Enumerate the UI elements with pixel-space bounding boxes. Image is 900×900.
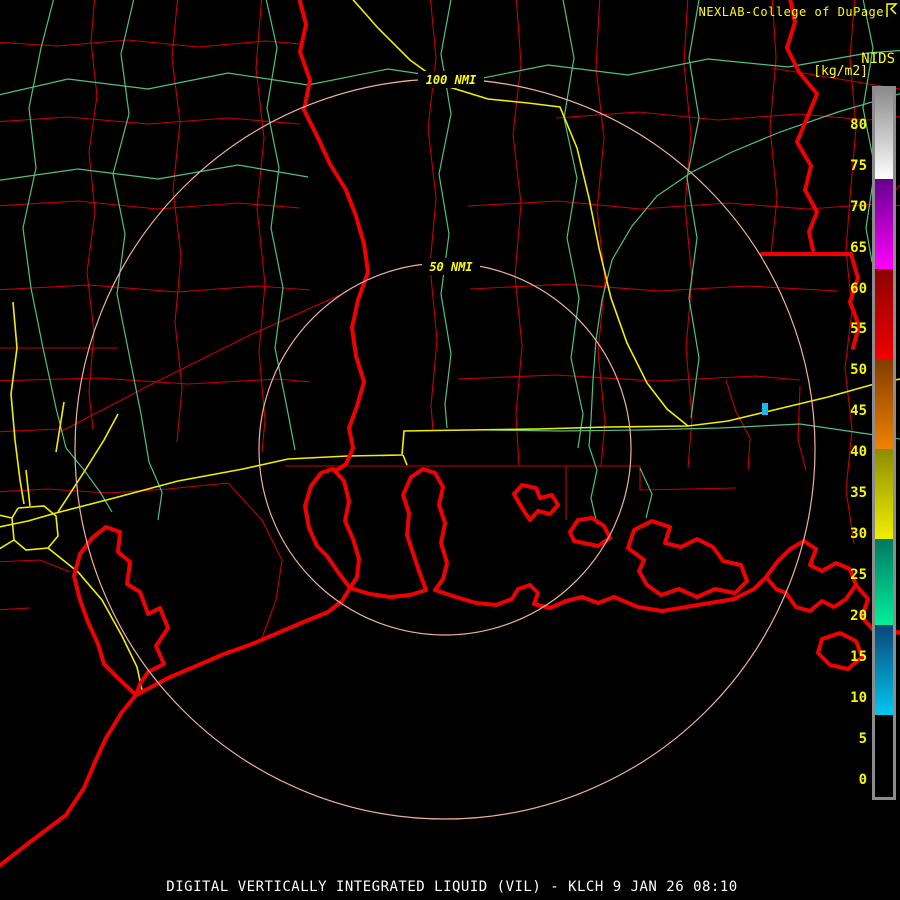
highway-beltway bbox=[11, 505, 59, 551]
county-line bbox=[0, 284, 311, 293]
river-line bbox=[489, 423, 900, 440]
river-line bbox=[438, 0, 452, 429]
cod-flag-icon bbox=[886, 3, 898, 17]
attribution-text: NEXLAB-College of DuPage bbox=[698, 5, 884, 19]
scale-tick-label: 55 bbox=[850, 321, 867, 338]
scale-tick-label: 0 bbox=[858, 771, 867, 788]
range-ring-labels: 100 NMI 50 NMI bbox=[418, 71, 484, 275]
county-line bbox=[255, 0, 266, 453]
highway-line bbox=[0, 539, 15, 550]
county-line bbox=[227, 482, 283, 639]
county-line bbox=[769, 0, 778, 255]
river-line bbox=[639, 467, 653, 519]
range-ring-100nmi bbox=[74, 78, 816, 820]
county-line bbox=[0, 39, 301, 48]
calcasieu-lake-outline bbox=[401, 467, 449, 592]
lake-outline bbox=[512, 483, 560, 522]
scale-tick-label: 15 bbox=[850, 648, 867, 665]
scale-tick-label: 10 bbox=[850, 689, 867, 706]
county-line bbox=[0, 482, 229, 494]
county-line bbox=[86, 0, 98, 431]
highway-i10 bbox=[0, 378, 900, 528]
scale-tick-label: 50 bbox=[850, 362, 867, 379]
water-features bbox=[0, 0, 900, 868]
river-line bbox=[148, 461, 163, 521]
scale-units-label: [kg/m2] bbox=[813, 64, 868, 79]
county-line bbox=[0, 607, 31, 611]
county-line bbox=[595, 0, 606, 467]
river-line bbox=[588, 445, 598, 525]
river-line bbox=[112, 0, 150, 463]
scale-segment-gray bbox=[875, 89, 893, 180]
ring-label-100nmi: 100 NMI bbox=[426, 73, 477, 87]
scale-tick-label: 20 bbox=[850, 607, 867, 624]
county-line bbox=[0, 428, 59, 433]
county-line bbox=[0, 559, 71, 573]
coastline bbox=[0, 693, 138, 868]
scale-tick-label: 5 bbox=[858, 730, 867, 747]
scale-segment-brown-orange bbox=[875, 359, 893, 450]
scale-segment-blue-cyan bbox=[875, 625, 893, 716]
scale-tick-label: 30 bbox=[850, 526, 867, 543]
county-line bbox=[457, 374, 801, 382]
county-line bbox=[59, 294, 341, 433]
county-line bbox=[0, 116, 301, 125]
scale-tick-label: 60 bbox=[850, 280, 867, 297]
radar-map: 100 NMI 50 NMI bbox=[0, 0, 900, 868]
county-line bbox=[725, 379, 751, 471]
scale-tick-label: 65 bbox=[850, 239, 867, 256]
sabine-river bbox=[297, 0, 370, 472]
mississippi-river bbox=[785, 0, 819, 252]
scale-tick-label: 80 bbox=[850, 116, 867, 133]
river-line bbox=[265, 0, 296, 451]
county-line bbox=[469, 283, 839, 292]
county-line bbox=[171, 0, 183, 443]
river-line bbox=[22, 0, 67, 449]
ring-label-50nmi: 50 NMI bbox=[429, 260, 473, 274]
colorbar bbox=[875, 89, 893, 797]
radar-echo bbox=[762, 403, 768, 415]
scale-tick-label: 70 bbox=[850, 198, 867, 215]
scale-segment-olive-yellow bbox=[875, 449, 893, 540]
highway-line bbox=[25, 469, 31, 507]
river-line bbox=[0, 164, 309, 181]
scale-tick-label: 45 bbox=[850, 403, 867, 420]
coastline bbox=[433, 575, 768, 613]
coastline bbox=[348, 586, 428, 599]
coastline bbox=[134, 586, 352, 697]
lake-outline bbox=[568, 516, 612, 548]
highway-line bbox=[55, 401, 65, 453]
county-line bbox=[0, 200, 301, 210]
county-line bbox=[427, 0, 438, 431]
highway-line bbox=[402, 454, 408, 466]
scale-segment-black bbox=[875, 715, 893, 797]
scale-segment-teal-green bbox=[875, 539, 893, 626]
county-boundaries bbox=[0, 0, 900, 639]
scale-tick-label: 75 bbox=[850, 157, 867, 174]
galveston-bay-outline bbox=[72, 525, 170, 697]
county-line bbox=[797, 385, 807, 471]
product-title: DIGITAL VERTICALLY INTEGRATED LIQUID (VI… bbox=[166, 879, 738, 895]
scale-tick-label: 25 bbox=[850, 567, 867, 583]
highway-line bbox=[10, 301, 25, 505]
river-line bbox=[65, 447, 113, 513]
scale-tick-label: 40 bbox=[850, 444, 867, 461]
scale-segment-purple-magenta bbox=[875, 179, 893, 270]
scale-tick-label: 35 bbox=[850, 485, 867, 502]
grand-lake-outline bbox=[626, 519, 749, 599]
highway-line bbox=[0, 514, 13, 519]
radar-display: 100 NMI 50 NMI NEXLAB-College of DuPage … bbox=[0, 0, 900, 900]
range-rings bbox=[74, 78, 816, 820]
county-line bbox=[566, 465, 737, 491]
scale-segment-darkred-red bbox=[875, 269, 893, 360]
sabine-lake-outline bbox=[303, 467, 361, 590]
highway-line bbox=[352, 0, 689, 427]
